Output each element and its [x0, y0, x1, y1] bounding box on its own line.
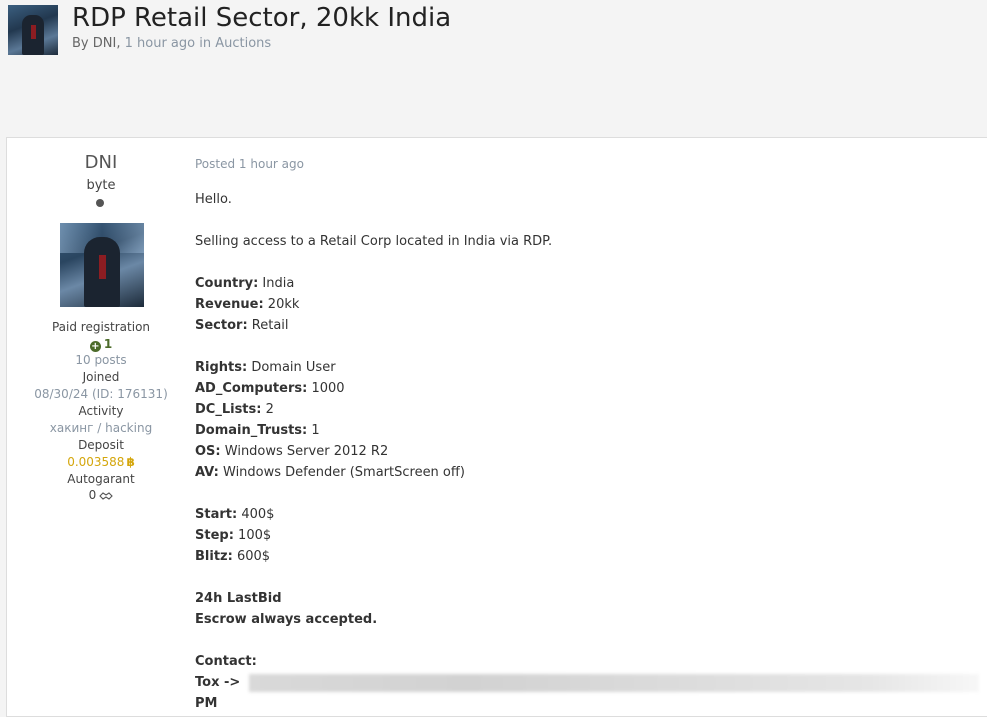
- post-greeting: Hello.: [195, 192, 232, 207]
- activity-value: хакинг / hacking: [49, 421, 153, 435]
- header-author-avatar[interactable]: [8, 5, 58, 55]
- field-sector: Sector: Retail: [195, 318, 289, 333]
- topic-author-link[interactable]: DNI,: [93, 36, 121, 51]
- field-domain-trusts: Domain_Trusts: 1: [195, 423, 320, 438]
- field-ad-computers: AD_Computers: 1000: [195, 381, 345, 396]
- field-value: Domain User: [251, 360, 336, 375]
- field-value: 400$: [241, 507, 275, 522]
- field-blitz: Blitz: 600$: [195, 549, 270, 564]
- bitcoin-icon: ฿: [126, 455, 135, 469]
- field-label: OS:: [195, 444, 221, 459]
- field-label: Step:: [195, 528, 234, 543]
- by-label: By: [72, 36, 89, 51]
- author-reputation[interactable]: +1: [7, 337, 195, 352]
- activity-label: Activity: [78, 404, 124, 418]
- field-os: OS: Windows Server 2012 R2: [195, 444, 388, 459]
- field-value: 600$: [236, 549, 271, 564]
- tox-line: Tox ->: [195, 675, 240, 690]
- field-dc-lists: DC_Lists: 2: [195, 402, 274, 417]
- pm-line: PM: [195, 696, 217, 711]
- autogarant-value: 0: [88, 488, 97, 502]
- pm-label: PM: [195, 696, 218, 711]
- joined-label: Joined: [82, 370, 120, 384]
- deposit-label: Deposit: [78, 438, 124, 452]
- deposit-value: 0.003588: [67, 455, 125, 469]
- author-deposit: 0.003588 ฿: [7, 455, 195, 469]
- post-escrow: Escrow always accepted.: [195, 612, 377, 627]
- escrow-text: Escrow always accepted.: [195, 612, 378, 627]
- lastbid-text: 24h LastBid: [195, 591, 282, 606]
- field-revenue: Revenue: 20kk: [195, 297, 299, 312]
- field-value: Windows Server 2012 R2: [224, 444, 389, 459]
- contact-label-text: Contact:: [195, 654, 257, 669]
- field-rights: Rights: Domain User: [195, 360, 336, 375]
- field-value: Windows Defender (SmartScreen off): [223, 465, 465, 480]
- reputation-value: 1: [103, 337, 113, 351]
- post-timestamp[interactable]: Posted 1 hour ago: [195, 157, 304, 171]
- field-value: Retail: [251, 318, 289, 333]
- rank-dot-icon: [96, 199, 104, 207]
- post-container: DNI byte Paid registration +1 10 posts J…: [6, 137, 987, 717]
- field-label: AD_Computers:: [195, 381, 308, 396]
- forum-link[interactable]: Auctions: [215, 36, 271, 51]
- topic-header: RDP Retail Sector, 20kk India By DNI, 1 …: [0, 0, 987, 137]
- plus-circle-icon: +: [89, 341, 101, 352]
- field-av: AV: Windows Defender (SmartScreen off): [195, 465, 465, 480]
- field-value: 2: [265, 402, 274, 417]
- author-name[interactable]: DNI: [7, 152, 195, 173]
- field-value: 20kk: [267, 297, 300, 312]
- topic-meta: By DNI, 1 hour ago in Auctions: [72, 36, 271, 51]
- autogarant-label: Autogarant: [67, 472, 135, 486]
- in-label: in: [199, 36, 212, 51]
- field-value: 1: [311, 423, 320, 438]
- field-label: AV:: [195, 465, 219, 480]
- topic-title: RDP Retail Sector, 20kk India: [72, 3, 452, 33]
- field-value: 1000: [311, 381, 345, 396]
- author-group: Paid registration: [51, 320, 151, 334]
- field-value: India: [262, 276, 295, 291]
- post-lastbid: 24h LastBid: [195, 591, 282, 606]
- field-label: Revenue:: [195, 297, 264, 312]
- tox-label: Tox ->: [195, 675, 241, 690]
- topic-time: 1 hour ago: [124, 36, 196, 51]
- field-label: Blitz:: [195, 549, 233, 564]
- author-autogarant[interactable]: 0: [7, 488, 195, 504]
- field-step: Step: 100$: [195, 528, 271, 543]
- field-label: DC_Lists:: [195, 402, 262, 417]
- field-label: Sector:: [195, 318, 248, 333]
- joined-value: 08/30/24 (ID: 176131): [34, 387, 168, 401]
- field-label: Domain_Trusts:: [195, 423, 308, 438]
- author-posts[interactable]: 10 posts: [7, 353, 195, 367]
- field-country: Country: India: [195, 276, 294, 291]
- author-avatar[interactable]: [60, 223, 144, 307]
- author-rank: byte: [86, 178, 116, 193]
- redacted-tox-id: [249, 674, 979, 692]
- handshake-icon: [99, 490, 114, 504]
- field-label: Rights:: [195, 360, 248, 375]
- field-start: Start: 400$: [195, 507, 274, 522]
- post-intro: Selling access to a Retail Corp located …: [195, 234, 553, 249]
- field-value: 100$: [238, 528, 272, 543]
- contact-label: Contact:: [195, 654, 257, 669]
- field-label: Country:: [195, 276, 259, 291]
- field-label: Start:: [195, 507, 238, 522]
